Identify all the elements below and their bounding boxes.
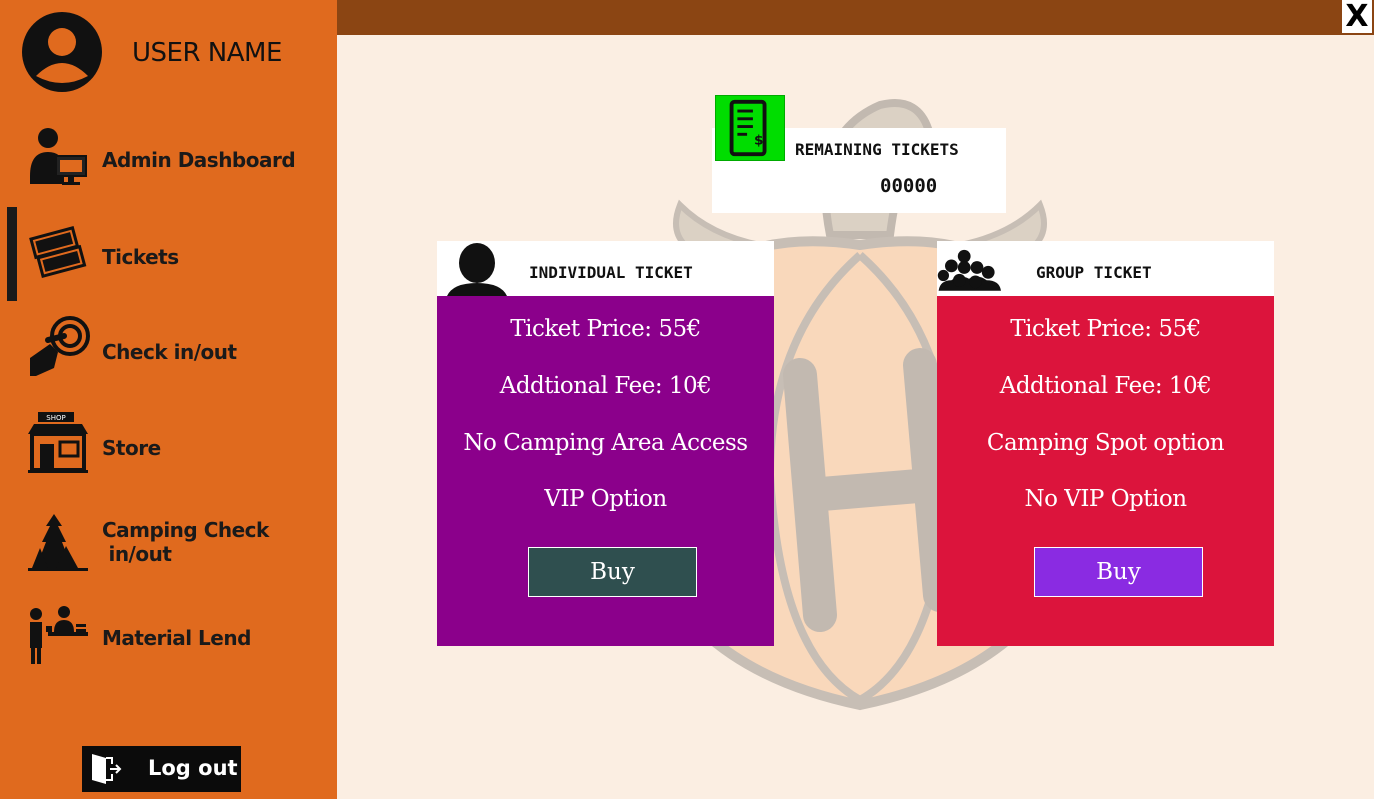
remaining-tickets-panel: $ REMAINING TICKETS 00000 (712, 95, 1006, 213)
vip-option: VIP Option (544, 486, 667, 512)
card-body: Ticket Price: 55€ Addtional Fee: 10€ No … (437, 296, 774, 646)
sidebar-item-admin-dashboard[interactable]: Admin Dashboard (0, 120, 337, 200)
svg-text:SHOP: SHOP (46, 414, 65, 422)
user-profile: USER NAME (18, 8, 328, 98)
additional-fee: Addtional Fee: 10€ (499, 373, 712, 399)
card-header: INDIVIDUAL TICKET (437, 241, 774, 296)
title-bar: X (337, 0, 1374, 35)
tickets-icon (29, 226, 87, 279)
admin-dashboard-icon (30, 128, 87, 185)
sidebar-item-label: Tickets (102, 245, 179, 269)
sidebar-item-label: Store (102, 436, 161, 460)
sidebar-item-camping[interactable]: Camping Check in/out (0, 510, 337, 590)
buy-individual-button[interactable]: Buy (528, 547, 697, 597)
svg-text:$: $ (754, 132, 763, 148)
ticket-price: Ticket Price: 55€ (510, 316, 701, 342)
logout-button[interactable]: Log out (82, 746, 241, 792)
camping-icon (28, 514, 88, 571)
check-in-hand-icon (30, 316, 90, 376)
card-title: GROUP TICKET (1036, 263, 1152, 282)
close-button[interactable]: X (1342, 0, 1372, 33)
card-title: INDIVIDUAL TICKET (529, 263, 693, 282)
buy-group-button[interactable]: Buy (1034, 547, 1203, 597)
group-ticket-card: GROUP TICKET Ticket Price: 55€ Addtional… (937, 241, 1274, 646)
sidebar-item-label: Material Lend (102, 626, 251, 650)
logout-label: Log out (148, 756, 238, 780)
single-person-icon (447, 243, 507, 296)
sidebar-item-store[interactable]: SHOP Store (0, 406, 337, 486)
sidebar-item-tickets[interactable]: Tickets (0, 207, 337, 301)
card-header: GROUP TICKET (937, 241, 1274, 296)
door-exit-icon (92, 754, 122, 784)
card-body: Ticket Price: 55€ Addtional Fee: 10€ Cam… (937, 296, 1274, 646)
shop-icon: SHOP (28, 412, 88, 473)
ticket-price: Ticket Price: 55€ (1010, 316, 1201, 342)
camping-access: No Camping Area Access (463, 430, 748, 456)
remaining-tickets-title: REMAINING TICKETS (795, 140, 959, 159)
sidebar-item-material-lend[interactable]: Material Lend (0, 600, 337, 680)
vip-option: No VIP Option (1024, 486, 1187, 512)
sidebar-item-check-in-out[interactable]: Check in/out (0, 310, 337, 390)
sidebar-item-label: Camping Check in/out (102, 518, 269, 566)
user-circle-icon (22, 12, 102, 92)
sidebar-item-label: Check in/out (102, 340, 237, 364)
group-people-icon (937, 249, 1001, 291)
remaining-tickets-count: 00000 (880, 175, 938, 197)
individual-ticket-card: INDIVIDUAL TICKET Ticket Price: 55€ Addt… (437, 241, 774, 646)
additional-fee: Addtional Fee: 10€ (999, 373, 1212, 399)
user-name: USER NAME (132, 38, 282, 68)
sidebar-item-label: Admin Dashboard (102, 148, 296, 172)
camping-spot-option: Camping Spot option (986, 430, 1225, 456)
material-lend-icon (30, 606, 88, 664)
receipt-dollar-icon: $ (715, 95, 785, 161)
sidebar: USER NAME Admin Dashboard Tickets Check … (0, 0, 337, 799)
